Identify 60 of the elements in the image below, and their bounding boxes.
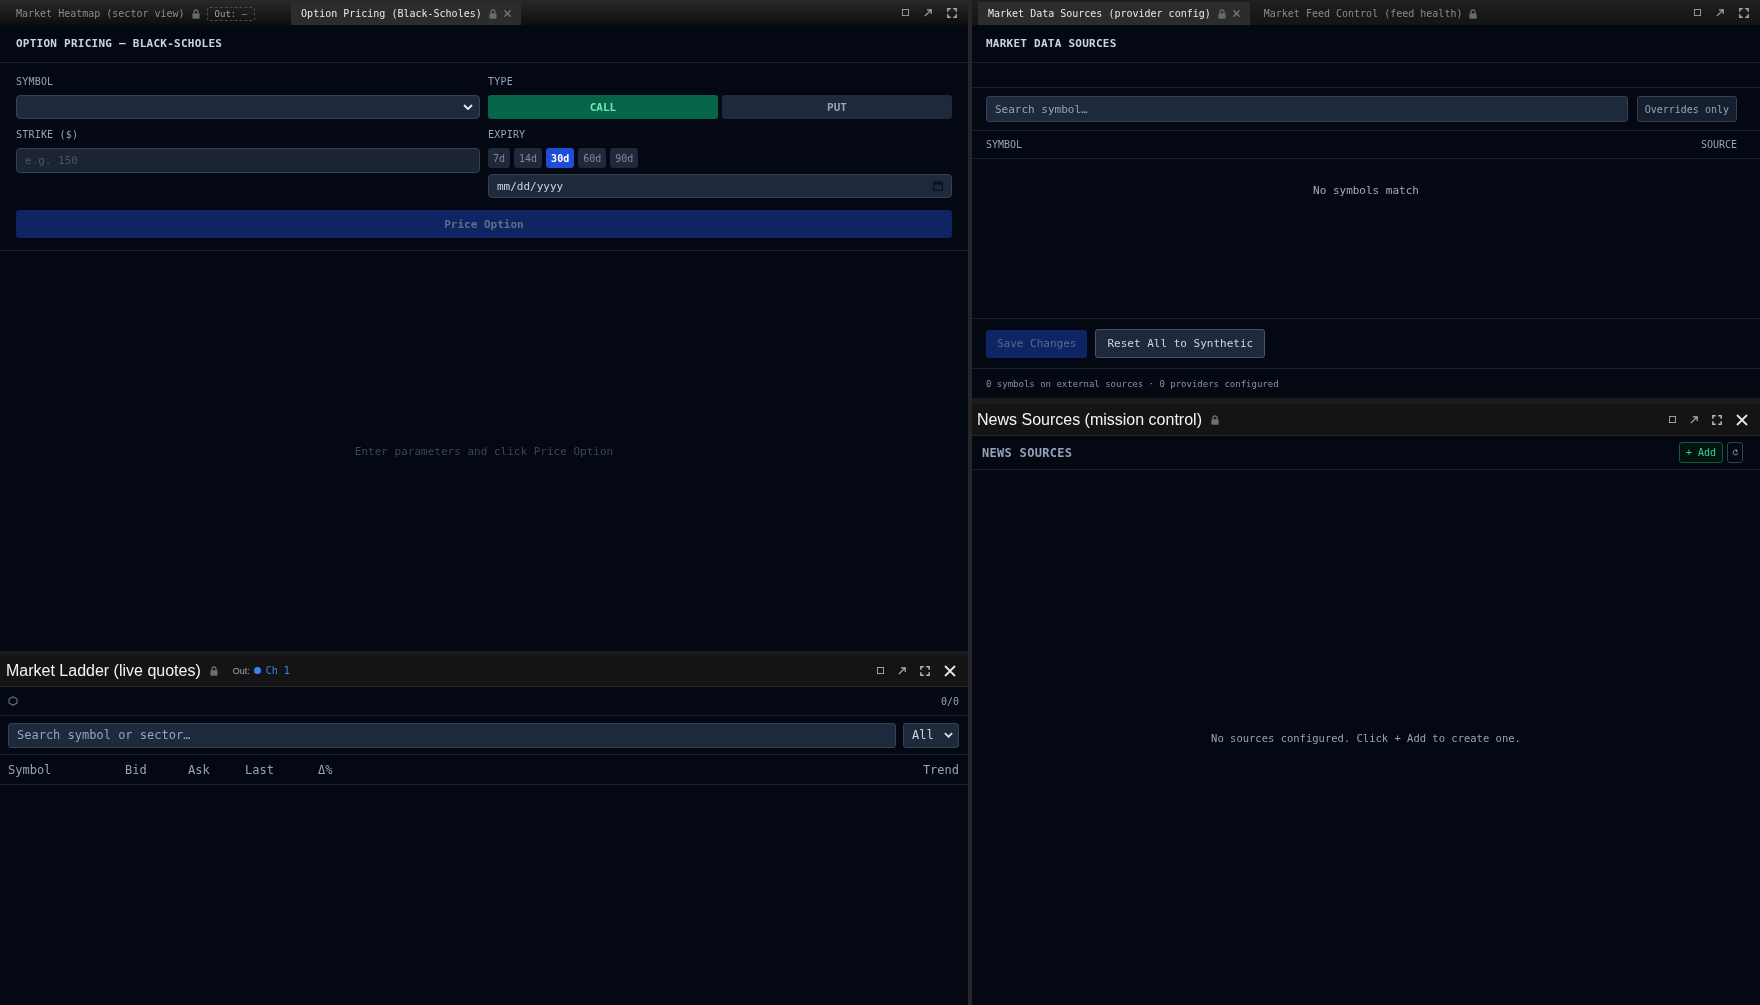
field-label: SYMBOL xyxy=(16,75,55,89)
expiry-preset-button[interactable]: 90d xyxy=(610,148,639,168)
empty-state-message: No sources configured. Click + Add to create one. xyxy=(1211,731,1521,744)
fullscreen-icon[interactable] xyxy=(1739,7,1749,18)
output-badge[interactable]: Out: – xyxy=(206,6,256,21)
expiry-preset-button[interactable]: 60d xyxy=(578,148,607,168)
panel-title: News Sources (mission control) xyxy=(977,410,1202,429)
column-header: Δ% xyxy=(318,762,334,777)
chevron-down-icon xyxy=(944,732,953,738)
column-header: Bid xyxy=(125,762,148,777)
hexagon-icon[interactable] xyxy=(8,696,18,706)
panel-heading: MARKET DATA SOURCES xyxy=(986,37,1117,50)
section-heading: NEWS SOURCES xyxy=(982,445,1073,460)
arrow-up-right-icon[interactable] xyxy=(1716,8,1724,17)
search-field[interactable]: Search symbol… xyxy=(986,96,1628,122)
column-header: SOURCE xyxy=(1700,139,1737,150)
arrow-up-right-icon[interactable] xyxy=(924,8,932,17)
fullscreen-icon[interactable] xyxy=(947,7,957,18)
option-type-button[interactable]: CALL xyxy=(488,95,718,119)
channel-dot-icon xyxy=(253,667,261,674)
overrides-toggle-button[interactable]: Overrides only xyxy=(1636,96,1737,122)
panel-title: Market Ladder (live quotes) xyxy=(6,661,201,680)
field-label: EXPIRY xyxy=(488,128,527,142)
panel-tab[interactable]: Market Heatmap (sector view) Out: – xyxy=(6,2,288,25)
panel-tab[interactable]: Market Feed Control (feed health) xyxy=(1253,2,1488,25)
quote-count: 0/0 xyxy=(940,695,959,707)
expiry-preset-button[interactable]: 7d xyxy=(488,148,511,168)
expiry-preset-button[interactable]: 30d xyxy=(546,148,575,168)
square-icon[interactable] xyxy=(1694,9,1701,16)
column-header: Last xyxy=(245,762,275,777)
channel-link[interactable]: Ch 1 xyxy=(265,665,290,676)
add-source-button[interactable]: + Add xyxy=(1678,442,1723,463)
column-header: Symbol xyxy=(8,762,53,777)
column-header: Ask xyxy=(188,762,211,777)
expiry-preset-button[interactable]: 14d xyxy=(514,148,543,168)
square-icon[interactable] xyxy=(902,9,909,16)
search-field[interactable]: Search symbol or sector… xyxy=(8,722,896,748)
reset-button[interactable]: Reset All to Synthetic xyxy=(1095,329,1266,358)
square-icon[interactable] xyxy=(1669,416,1676,423)
refresh-icon xyxy=(1731,449,1739,456)
fullscreen-icon[interactable] xyxy=(920,665,930,676)
status-summary: 0 symbols on external sources · 0 providers configured xyxy=(986,378,1279,389)
arrow-up-right-icon[interactable] xyxy=(898,666,906,675)
column-header: Trend xyxy=(922,762,959,777)
refresh-button[interactable] xyxy=(1727,442,1743,463)
empty-state-message: No symbols match xyxy=(1313,184,1419,197)
sector-filter-select[interactable]: All xyxy=(903,722,959,748)
panel-heading: OPTION PRICING — BLACK-SCHOLES xyxy=(16,37,223,50)
field-label: STRIKE ($) xyxy=(16,128,80,142)
date-input[interactable]: mm/dd/yyyy xyxy=(488,174,952,198)
column-header: SYMBOL xyxy=(986,139,1023,150)
fullscreen-icon[interactable] xyxy=(1712,414,1722,425)
empty-state-message: Enter parameters and click Price Option xyxy=(354,444,614,458)
arrow-up-right-icon[interactable] xyxy=(1690,415,1698,424)
panel-tab[interactable]: Market Data Sources (provider config) xyxy=(978,2,1250,25)
chevron-down-icon xyxy=(463,104,473,110)
square-icon[interactable] xyxy=(877,667,884,674)
output-label: Out: xyxy=(232,665,250,676)
field-label: TYPE xyxy=(488,75,514,89)
panel-tab[interactable]: Option Pricing (Black-Scholes) xyxy=(291,2,521,25)
